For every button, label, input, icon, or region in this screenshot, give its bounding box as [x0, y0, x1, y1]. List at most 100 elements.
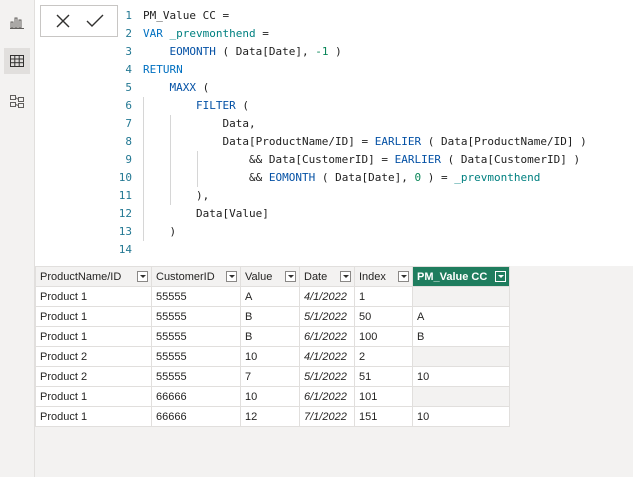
formula-line[interactable]: 13 ): [118, 223, 633, 241]
column-header-label: CustomerID: [156, 270, 215, 283]
report-view-button[interactable]: [4, 9, 30, 35]
formula-code-text: Data[Value]: [143, 207, 269, 220]
table-cell[interactable]: 1: [354, 286, 413, 307]
table-cell[interactable]: 66666: [151, 406, 241, 427]
table-cell[interactable]: B: [240, 326, 300, 347]
column-header-productname[interactable]: ProductName/ID: [35, 266, 152, 287]
formula-line[interactable]: 7 Data,: [118, 115, 633, 133]
formula-code-text: RETURN: [143, 63, 183, 76]
data-view-button[interactable]: [4, 48, 30, 74]
table-cell[interactable]: 55555: [151, 326, 241, 347]
table-cell[interactable]: 6/1/2022: [299, 326, 355, 347]
formula-line[interactable]: 6 FILTER (: [118, 97, 633, 115]
table-cell[interactable]: Product 1: [35, 386, 152, 407]
table-cell[interactable]: [412, 386, 510, 407]
formula-code-text: MAXX (: [169, 81, 210, 94]
table-cell[interactable]: 4/1/2022: [299, 346, 355, 367]
formula-line[interactable]: 9 && Data[CustomerID] = EARLIER ( Data[C…: [118, 151, 633, 169]
formula-code-text: PM_Value CC =: [143, 9, 230, 22]
table-cell[interactable]: 5/1/2022: [299, 366, 355, 387]
formula-code-text: FILTER (: [195, 99, 249, 112]
line-number: 12: [118, 207, 132, 220]
column-filter-dropdown-icon[interactable]: [226, 271, 237, 282]
line-number: 1: [125, 9, 132, 22]
formula-editor[interactable]: 1 PM_Value CC = 2 VAR _prevmonthend = 3 EOMO…: [118, 7, 633, 263]
table-cell[interactable]: 12: [240, 406, 300, 427]
table-cell[interactable]: 50: [354, 306, 413, 327]
formula-code-text: && EOMONTH ( Data[Date], 0 ) = _prevmont…: [143, 171, 541, 184]
table-cell[interactable]: 55555: [151, 306, 241, 327]
table-cell[interactable]: [412, 346, 510, 367]
table-cell[interactable]: Product 2: [35, 346, 152, 367]
line-number: 10: [118, 171, 132, 184]
table-cell[interactable]: Product 1: [35, 406, 152, 427]
table-cell[interactable]: 7/1/2022: [299, 406, 355, 427]
table-cell[interactable]: 10: [412, 366, 510, 387]
cancel-formula-button[interactable]: [51, 9, 75, 33]
data-table: ProductName/ID CustomerID Value Date Ind…: [35, 266, 510, 427]
table-cell[interactable]: 10: [240, 386, 300, 407]
formula-line[interactable]: 14: [118, 241, 633, 259]
table-cell[interactable]: A: [412, 306, 510, 327]
table-row: Product 1 55555 B 6/1/2022 100 B: [35, 326, 510, 347]
model-view-button[interactable]: [4, 88, 30, 114]
column-header-date[interactable]: Date: [299, 266, 355, 287]
commit-formula-button[interactable]: [83, 9, 107, 33]
column-filter-dropdown-icon[interactable]: [340, 271, 351, 282]
formula-commit-box: [40, 5, 118, 37]
column-header-value[interactable]: Value: [240, 266, 300, 287]
formula-line[interactable]: 5 MAXX (: [118, 79, 633, 97]
column-header-pm-value-cc[interactable]: PM_Value CC: [412, 266, 510, 287]
model-icon: [10, 95, 24, 108]
table-cell[interactable]: 51: [354, 366, 413, 387]
table-cell[interactable]: 101: [354, 386, 413, 407]
column-header-index[interactable]: Index: [354, 266, 413, 287]
line-number: 14: [118, 243, 132, 256]
column-filter-dropdown-icon[interactable]: [398, 271, 409, 282]
table-cell[interactable]: 7: [240, 366, 300, 387]
close-icon: [56, 14, 70, 28]
table-cell[interactable]: 55555: [151, 366, 241, 387]
table-cell[interactable]: Product 1: [35, 326, 152, 347]
view-rail: [0, 0, 35, 477]
table-cell[interactable]: Product 1: [35, 306, 152, 327]
formula-line[interactable]: 10 && EOMONTH ( Data[Date], 0 ) = _prevm…: [118, 169, 633, 187]
column-header-label: ProductName/ID: [40, 270, 122, 283]
formula-line[interactable]: 8 Data[ProductName/ID] = EARLIER ( Data[…: [118, 133, 633, 151]
column-header-label: PM_Value CC: [417, 270, 488, 283]
table-cell[interactable]: Product 1: [35, 286, 152, 307]
formula-code-text: Data,: [143, 117, 256, 130]
table-cell[interactable]: 10: [240, 346, 300, 367]
formula-line[interactable]: 1 PM_Value CC =: [118, 7, 633, 25]
table-cell[interactable]: 55555: [151, 346, 241, 367]
line-number: 5: [125, 81, 132, 94]
column-filter-dropdown-icon[interactable]: [137, 271, 148, 282]
table-cell[interactable]: A: [240, 286, 300, 307]
line-number: 13: [118, 225, 132, 238]
table-cell[interactable]: 10: [412, 406, 510, 427]
table-cell[interactable]: B: [240, 306, 300, 327]
column-header-customerid[interactable]: CustomerID: [151, 266, 241, 287]
formula-line[interactable]: 2 VAR _prevmonthend =: [118, 25, 633, 43]
table-cell[interactable]: B: [412, 326, 510, 347]
table-cell[interactable]: 5/1/2022: [299, 306, 355, 327]
table-cell[interactable]: 55555: [151, 286, 241, 307]
formula-code-text: ): [143, 225, 177, 238]
table-cell[interactable]: 2: [354, 346, 413, 367]
bar-chart-icon: [10, 17, 24, 29]
table-cell[interactable]: 100: [354, 326, 413, 347]
formula-line[interactable]: 4 RETURN: [118, 61, 633, 79]
table-cell[interactable]: 6/1/2022: [299, 386, 355, 407]
table-cell[interactable]: Product 2: [35, 366, 152, 387]
table-cell[interactable]: [412, 286, 510, 307]
column-filter-dropdown-icon[interactable]: [495, 271, 506, 282]
table-cell[interactable]: 66666: [151, 386, 241, 407]
table-cell[interactable]: 4/1/2022: [299, 286, 355, 307]
line-number: 4: [125, 63, 132, 76]
column-filter-dropdown-icon[interactable]: [285, 271, 296, 282]
table-cell[interactable]: 151: [354, 406, 413, 427]
formula-line[interactable]: 3 EOMONTH ( Data[Date], -1 ): [118, 43, 633, 61]
table-row: Product 1 55555 B 5/1/2022 50 A: [35, 306, 510, 327]
formula-line[interactable]: 11 ),: [118, 187, 633, 205]
formula-line[interactable]: 12 Data[Value]: [118, 205, 633, 223]
